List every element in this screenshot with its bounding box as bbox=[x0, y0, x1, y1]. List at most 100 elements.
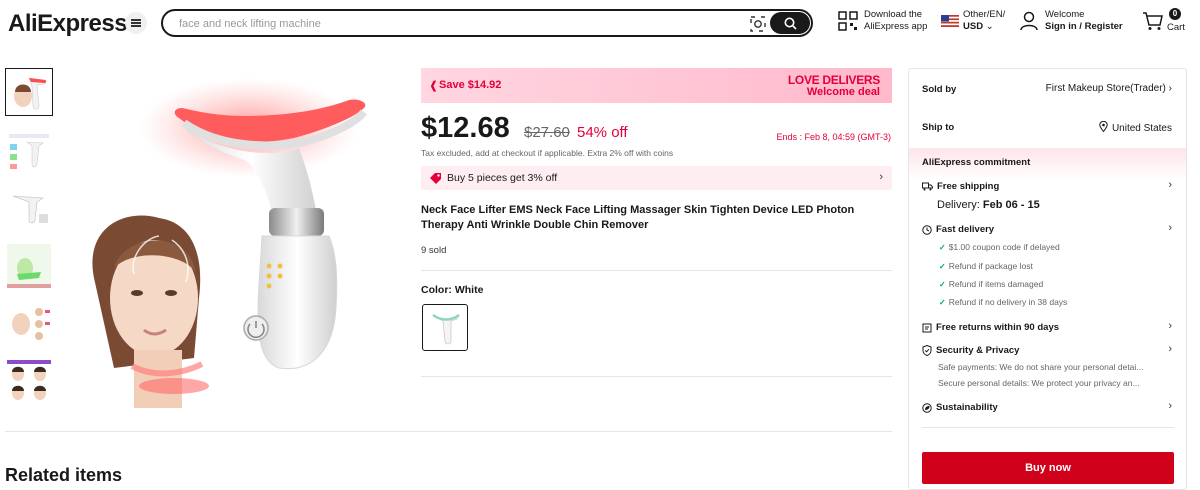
free-returns-row[interactable]: Free returns within 90 days bbox=[922, 322, 1059, 333]
product-title: Neck Face Lifter EMS Neck Face Lifting M… bbox=[421, 204, 855, 231]
thumbnail-gallery bbox=[5, 68, 55, 416]
qr-code-icon bbox=[838, 11, 858, 31]
user-icon bbox=[1020, 11, 1038, 31]
search-input[interactable] bbox=[179, 15, 719, 33]
product-main-image[interactable] bbox=[74, 68, 404, 408]
bulk-offer-text: Buy 5 pieces get 3% off bbox=[447, 172, 558, 184]
fast-delivery-item: ✓ Refund if items damaged bbox=[939, 279, 1044, 289]
flame-icon: ❰ bbox=[429, 80, 439, 92]
cart-icon bbox=[1143, 12, 1163, 30]
banner-line1: LOVE DELIVERS bbox=[787, 73, 880, 87]
chevron-right-icon: › bbox=[1168, 83, 1172, 94]
chevron-down-icon: ⌄ bbox=[985, 21, 994, 32]
search-icon bbox=[784, 17, 797, 30]
cart-count-badge: 0 bbox=[1169, 8, 1181, 20]
divider bbox=[421, 270, 892, 271]
return-box-icon bbox=[922, 323, 932, 332]
security-label: Security & Privacy bbox=[936, 345, 1020, 356]
app-line1: Download the bbox=[864, 9, 923, 20]
check-icon: ✓ bbox=[939, 280, 946, 289]
welcome-deal-banner: LOVE DELIVERS Welcome deal bbox=[788, 74, 880, 98]
thumbnail-2[interactable] bbox=[5, 126, 53, 174]
free-returns-label: Free returns within 90 days bbox=[936, 322, 1060, 333]
security-detail: Safe payments: We do not share your pers… bbox=[938, 362, 1144, 372]
free-shipping-row[interactable]: Free shipping bbox=[922, 181, 999, 192]
check-icon: ✓ bbox=[939, 243, 946, 252]
color-swatch-image bbox=[432, 313, 460, 344]
delivery-estimate: Delivery: Feb 06 - 15 bbox=[937, 199, 1040, 211]
sign-in-link[interactable]: Sign in / Register bbox=[1045, 21, 1123, 32]
commitment-header: AliExpress commitment bbox=[909, 148, 1186, 180]
chevron-right-icon: › bbox=[879, 171, 883, 183]
product-thumbnail-image bbox=[7, 360, 51, 400]
fast-delivery-item: ✓ Refund if no delivery in 38 days bbox=[939, 297, 1068, 307]
color-value: White bbox=[454, 284, 484, 296]
location-pin-icon bbox=[1099, 120, 1108, 133]
fast-delivery-item: ✓ Refund if package lost bbox=[939, 261, 1033, 271]
product-thumbnail-image bbox=[14, 77, 47, 110]
sold-count: 9 sold bbox=[421, 245, 447, 256]
sustainability-label: Sustainability bbox=[936, 402, 998, 413]
banner-line2: Welcome deal bbox=[806, 86, 880, 98]
thumbnail-3[interactable] bbox=[5, 184, 53, 232]
divider bbox=[5, 431, 892, 432]
color-option-white[interactable] bbox=[422, 304, 468, 351]
related-items-heading: Related items bbox=[5, 465, 123, 485]
header: AliExpress Download the AliExpress app bbox=[0, 0, 1200, 46]
free-shipping-label: Free shipping bbox=[937, 181, 1000, 192]
thumbnail-5[interactable] bbox=[5, 300, 53, 348]
color-label-key: Color: bbox=[421, 284, 452, 296]
buy-now-button[interactable]: Buy now bbox=[922, 452, 1174, 484]
current-price: $12.68 bbox=[421, 112, 510, 144]
divider bbox=[922, 427, 1174, 428]
welcome-text: Welcome bbox=[1045, 9, 1085, 20]
clock-icon bbox=[922, 224, 932, 235]
aliexpress-logo[interactable]: AliExpress bbox=[8, 10, 128, 38]
us-flag-icon bbox=[941, 15, 959, 27]
check-icon: ✓ bbox=[939, 298, 946, 307]
save-amount: Save $14.92 bbox=[439, 79, 502, 91]
hamburger-icon bbox=[131, 18, 141, 29]
color-label: Color: White bbox=[421, 284, 483, 296]
chevron-right-icon: › bbox=[1168, 320, 1172, 332]
divider bbox=[421, 376, 892, 377]
shield-icon bbox=[922, 345, 932, 356]
tax-note: Tax excluded, add at checkout if applica… bbox=[421, 148, 674, 158]
check-icon: ✓ bbox=[939, 262, 946, 271]
tag-icon bbox=[430, 173, 441, 184]
locale-line2: USD bbox=[963, 21, 984, 32]
chevron-right-icon: › bbox=[1168, 400, 1172, 412]
cart-label: Cart bbox=[1167, 22, 1185, 33]
product-thumbnail-image bbox=[12, 195, 48, 224]
ship-to-label: Ship to bbox=[922, 122, 955, 133]
deal-end-time: Ends : Feb 8, 04:59 (GMT-3) bbox=[776, 132, 891, 142]
thumbnail-6[interactable] bbox=[5, 358, 53, 406]
chevron-right-icon: › bbox=[1168, 222, 1172, 234]
bulk-discount-offer[interactable]: Buy 5 pieces get 3% off › bbox=[421, 166, 892, 190]
store-link[interactable]: First Makeup Store(Trader) › bbox=[1046, 83, 1172, 94]
purchase-sidebar: Sold by First Makeup Store(Trader) › Shi… bbox=[908, 68, 1187, 490]
ship-to-selector[interactable]: United States bbox=[1099, 120, 1172, 134]
thumbnail-4[interactable] bbox=[5, 242, 53, 290]
search-bar bbox=[161, 9, 813, 37]
sustainability-row[interactable]: Sustainability bbox=[922, 402, 998, 413]
security-privacy-row[interactable]: Security & Privacy bbox=[922, 345, 1019, 356]
promo-banner[interactable]: ❰ Save $14.92 LOVE DELIVERS Welcome deal bbox=[421, 68, 892, 103]
fast-delivery-label: Fast delivery bbox=[936, 224, 995, 235]
locale-line1: Other/EN/ bbox=[963, 9, 1006, 20]
leaf-icon bbox=[922, 402, 932, 413]
product-thumbnail-image bbox=[9, 134, 49, 169]
product-thumbnail-image bbox=[7, 244, 51, 288]
sold-by-label: Sold by bbox=[922, 84, 957, 95]
chevron-right-icon: › bbox=[1168, 179, 1172, 191]
menu-button[interactable] bbox=[125, 12, 147, 34]
discount-percent: 54% off bbox=[577, 124, 628, 141]
chevron-right-icon: › bbox=[1168, 343, 1172, 355]
thumbnail-1[interactable] bbox=[5, 68, 53, 116]
truck-icon bbox=[922, 182, 933, 191]
fast-delivery-row[interactable]: Fast delivery bbox=[922, 224, 994, 235]
search-button[interactable] bbox=[770, 12, 810, 34]
camera-search-icon[interactable] bbox=[749, 15, 767, 33]
product-thumbnail-image bbox=[12, 308, 50, 340]
security-detail: Secure personal details: We protect your… bbox=[938, 378, 1140, 388]
